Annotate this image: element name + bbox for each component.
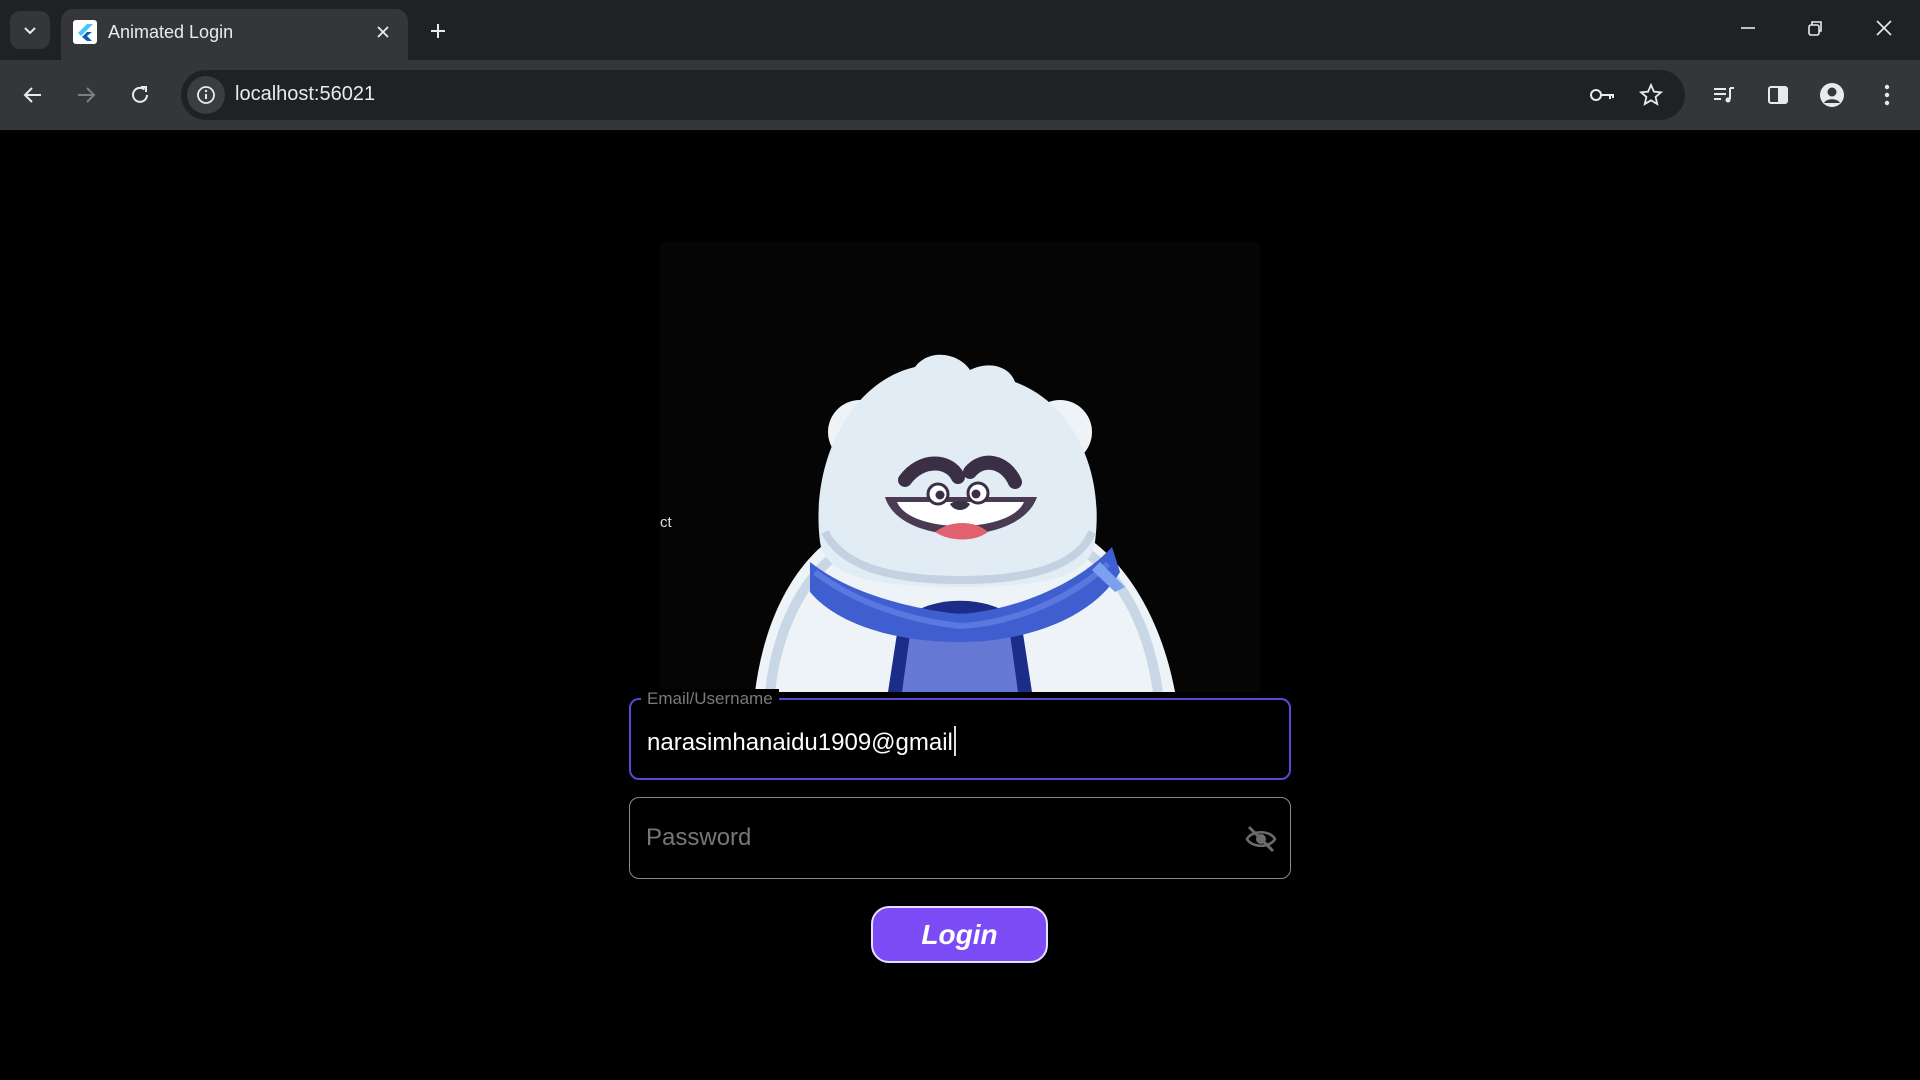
site-info-button[interactable] [187, 76, 225, 114]
email-value: narasimhanaidu1909@gmail [647, 729, 953, 756]
email-field[interactable]: Email/Username narasimhanaidu1909@gmail [629, 689, 1291, 780]
key-icon [1590, 89, 1614, 101]
toggle-password-visibility-button[interactable] [1244, 822, 1278, 856]
login-page: ct Email/Username narasimhanaidu1909@gma… [0, 130, 1920, 1080]
flutter-logo-icon [73, 20, 97, 44]
reload-button[interactable] [119, 74, 161, 116]
browser-tab[interactable]: Animated Login [61, 9, 408, 60]
kebab-menu-icon [1884, 84, 1890, 106]
close-icon [377, 26, 389, 38]
password-field[interactable]: Password [629, 797, 1291, 879]
star-icon [1639, 83, 1663, 106]
restore-icon [1808, 21, 1822, 36]
forward-button[interactable] [65, 74, 107, 116]
browser-tab-strip: Animated Login [0, 0, 1920, 60]
arrow-right-icon [78, 87, 96, 103]
person-icon [1820, 83, 1844, 107]
close-window-button[interactable] [1860, 10, 1908, 46]
password-manager-button[interactable] [1586, 78, 1620, 112]
profile-button[interactable] [1811, 74, 1853, 116]
text-caret [953, 726, 956, 756]
minimize-icon [1741, 27, 1755, 29]
tab-title: Animated Login [108, 22, 234, 42]
minimize-button[interactable] [1724, 10, 1772, 46]
side-panel-icon [1768, 86, 1788, 104]
restore-button[interactable] [1791, 10, 1839, 46]
arrow-left-icon [23, 87, 41, 103]
address-bar[interactable]: localhost:56021 [181, 70, 1685, 120]
chevron-down-icon [24, 27, 36, 35]
email-input[interactable]: narasimhanaidu1909@gmail [647, 726, 956, 757]
tab-close-button[interactable] [370, 19, 396, 45]
url-text: localhost:56021 [235, 83, 376, 105]
email-field-label: Email/Username [641, 689, 779, 709]
reload-icon [132, 86, 148, 103]
close-icon [1876, 20, 1892, 36]
browser-menu-button[interactable] [1866, 74, 1908, 116]
media-queue-icon [1714, 87, 1734, 103]
tab-search-button[interactable] [10, 11, 50, 49]
bear-mascot-animation: ct [660, 242, 1260, 692]
login-button[interactable]: Login [871, 906, 1048, 963]
bookmark-button[interactable] [1634, 78, 1668, 112]
bear-mascot-icon [755, 354, 1175, 692]
password-input[interactable]: Password [646, 824, 751, 852]
stray-text: ct [660, 514, 672, 531]
media-controls-button[interactable] [1703, 74, 1745, 116]
new-tab-button[interactable] [420, 14, 456, 48]
eye-off-icon [1245, 825, 1277, 853]
browser-toolbar: localhost:56021 [0, 60, 1920, 130]
side-panel-button[interactable] [1757, 74, 1799, 116]
info-icon [197, 86, 215, 104]
back-button[interactable] [12, 74, 54, 116]
plus-icon [431, 24, 445, 38]
